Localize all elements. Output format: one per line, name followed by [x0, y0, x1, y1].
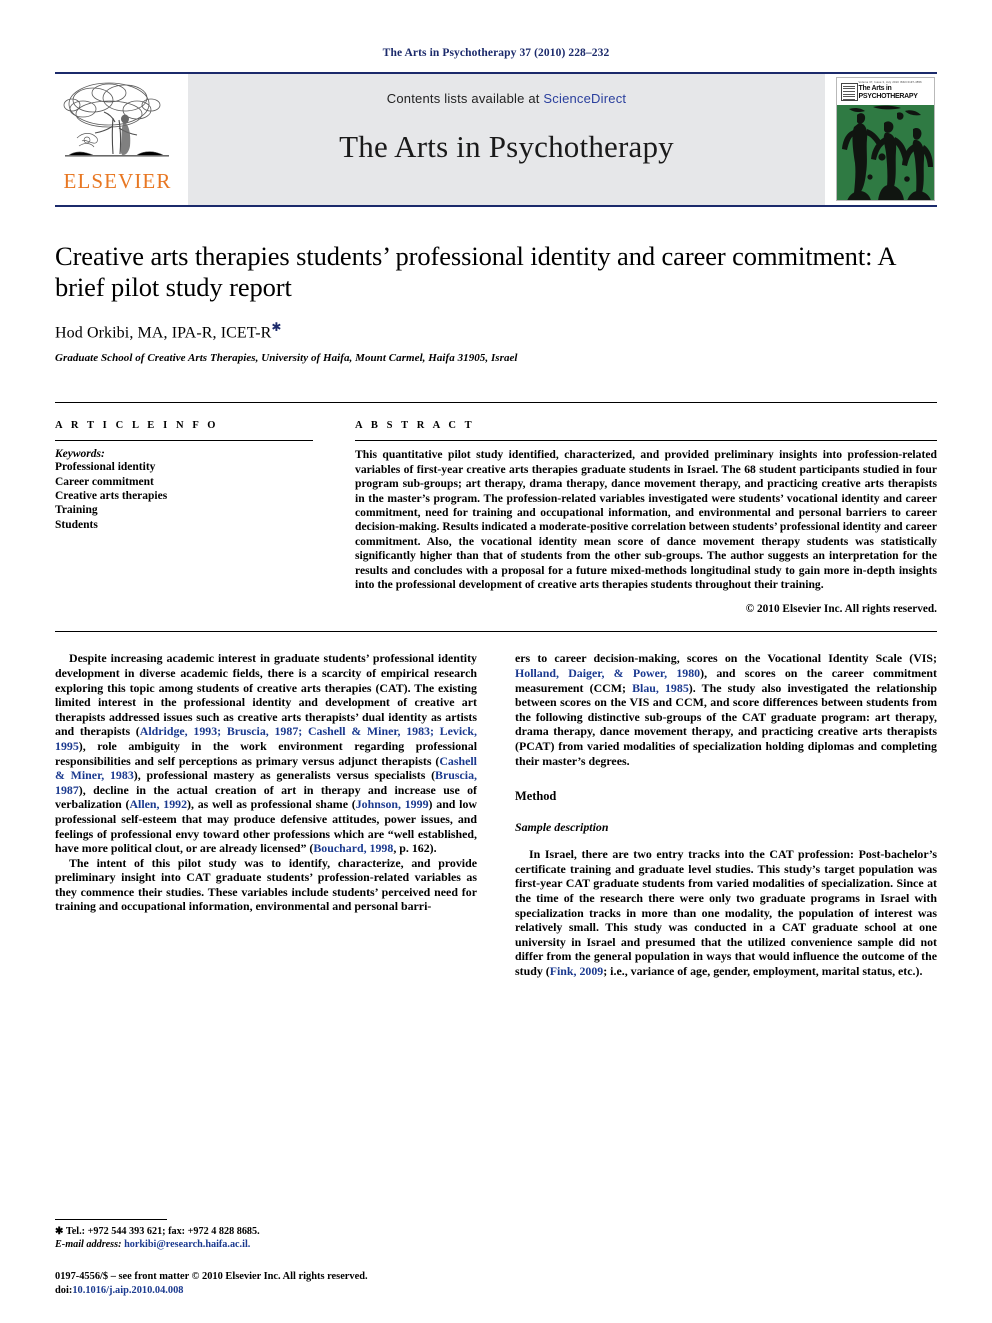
keyword-item: Training	[55, 504, 98, 517]
paragraph-intent: The intent of this pilot study was to id…	[55, 855, 477, 914]
citation-link[interactable]: Allen, 1992	[129, 797, 187, 811]
journal-masthead: ELSEVIER Contents lists available at Sci…	[55, 72, 937, 205]
citation-link[interactable]: Johnson, 1999	[356, 797, 429, 811]
cover-artwork	[836, 105, 934, 200]
keyword-item: Career commitment	[55, 475, 154, 488]
cover-title: The Arts in PSYCHOTHERAPY	[859, 85, 918, 100]
cover-publisher-badge	[840, 83, 858, 101]
email-address-link[interactable]: horkibi@research.haifa.ac.il.	[124, 1239, 250, 1250]
author-list: Hod Orkibi, MA, IPA-R, ICET-R✱	[55, 320, 937, 342]
subsection-heading-sample-description: Sample description	[515, 820, 609, 835]
issn-copyright-line: 0197-4556/$ – see front matter © 2010 El…	[55, 1271, 368, 1282]
citation-link[interactable]: Blau, 1985	[632, 681, 689, 695]
contents-prefix: Contents lists available at	[386, 91, 544, 106]
elsevier-logo: ELSEVIER	[55, 74, 180, 205]
keyword-item: Creative arts therapies	[55, 489, 168, 502]
sample-text-b: ; i.e., variance of age, gender, employm…	[603, 963, 923, 978]
article-info-column: A R T I C L E I N F O Keywords: Professi…	[55, 403, 325, 615]
left-column: Despite increasing academic interest in …	[55, 651, 477, 978]
cover-issue-line: Volume 37, Issue 3, July 2010 ISSN 0197-…	[858, 81, 922, 84]
elsevier-wordmark: ELSEVIER	[63, 169, 172, 193]
author-footnote-marker[interactable]: ✱	[271, 320, 281, 334]
doi-label: doi:	[55, 1284, 73, 1296]
email-label: E-mail address:	[55, 1239, 122, 1250]
author-name: Hod Orkibi, MA, IPA-R, ICET-R	[55, 324, 272, 342]
intro-text-c: ), professional mastery as generalists v…	[133, 768, 436, 783]
paragraph-continued: ers to career decision-making, scores on…	[515, 651, 937, 768]
cont-text-a: ers to career decision-making, scores on…	[515, 651, 937, 666]
section-heading-method: Method	[515, 789, 557, 804]
imprint-block: 0197-4556/$ – see front matter © 2010 El…	[55, 1270, 535, 1297]
keyword-item: Students	[55, 518, 98, 531]
abstract-label: A B S T R A C T	[355, 420, 475, 432]
citation-link[interactable]: Fink, 2009	[550, 964, 604, 978]
abstract-text: This quantitative pilot study identified…	[355, 448, 937, 591]
cover-title-line2: Arts in	[871, 85, 892, 92]
intro-text-e: ), as well as professional shame (	[187, 797, 356, 812]
elsevier-tree-icon	[63, 82, 169, 157]
running-head: The Arts in Psychotherapy 37 (2010) 228–…	[382, 47, 610, 59]
right-column: ers to career decision-making, scores on…	[515, 651, 937, 978]
intro-text-b: ), role ambiguity in the work environmen…	[55, 738, 477, 768]
journal-title: The Arts in Psychotherapy	[339, 129, 674, 164]
page-title: Creative arts therapies students’ profes…	[55, 241, 895, 302]
journal-banner: Contents lists available at ScienceDirec…	[188, 74, 825, 205]
journal-cover-thumbnail: Volume 37, Issue 3, July 2010 ISSN 0197-…	[833, 74, 937, 205]
body-columns: Despite increasing academic interest in …	[55, 651, 937, 978]
sample-text-a: In Israel, there are two entry tracks in…	[515, 847, 937, 978]
cover-header: Volume 37, Issue 3, July 2010 ISSN 0197-…	[836, 78, 934, 105]
paragraph-sample: In Israel, there are two entry tracks in…	[515, 847, 937, 978]
footnote-telephone: ✱ Tel.: +972 544 393 621; fax: +972 4 82…	[55, 1226, 260, 1237]
cover-title-line1: The	[858, 85, 871, 92]
article-info-rule	[55, 440, 313, 442]
article-info-label: A R T I C L E I N F O	[55, 420, 219, 432]
keyword-item: Professional identity	[55, 461, 156, 474]
sciencedirect-link[interactable]: ScienceDirect	[543, 91, 626, 106]
footnote-email: E-mail address: horkibi@research.haifa.a…	[55, 1238, 475, 1251]
cover-image: Volume 37, Issue 3, July 2010 ISSN 0197-…	[835, 77, 935, 201]
contents-available-line: Contents lists available at ScienceDirec…	[387, 91, 626, 106]
cover-title-line3: PSYCHOTHERAPY	[858, 92, 918, 100]
copyright-line: © 2010 Elsevier Inc. All rights reserved…	[745, 603, 937, 616]
citation-link[interactable]: Holland, Daiger, & Power, 1980	[515, 666, 700, 680]
paragraph-intro: Despite increasing academic interest in …	[55, 651, 477, 855]
citation-link[interactable]: Bouchard, 1998	[313, 841, 393, 855]
keywords-label: Keywords:	[55, 448, 105, 461]
info-abstract-section: A R T I C L E I N F O Keywords: Professi…	[55, 402, 937, 615]
title-block: Creative arts therapies students’ profes…	[55, 207, 937, 364]
abstract-column: A B S T R A C T This quantitative pilot …	[325, 403, 937, 615]
abstract-rule	[355, 440, 937, 442]
affiliation: Graduate School of Creative Arts Therapi…	[55, 352, 518, 365]
journal-article-page: The Arts in Psychotherapy 37 (2010) 228–…	[0, 0, 992, 1323]
intro-text-g: , p. 162).	[393, 841, 437, 856]
footnote-block: ✱ Tel.: +972 544 393 621; fax: +972 4 82…	[55, 1219, 475, 1251]
cover-figures-illustration	[841, 105, 933, 200]
footnote-rule	[55, 1219, 167, 1220]
doi-line: doi:10.1016/j.aip.2010.04.008	[55, 1284, 535, 1298]
doi-value[interactable]: 10.1016/j.aip.2010.04.008	[72, 1285, 183, 1296]
abstract-bottom-rule	[55, 631, 937, 633]
